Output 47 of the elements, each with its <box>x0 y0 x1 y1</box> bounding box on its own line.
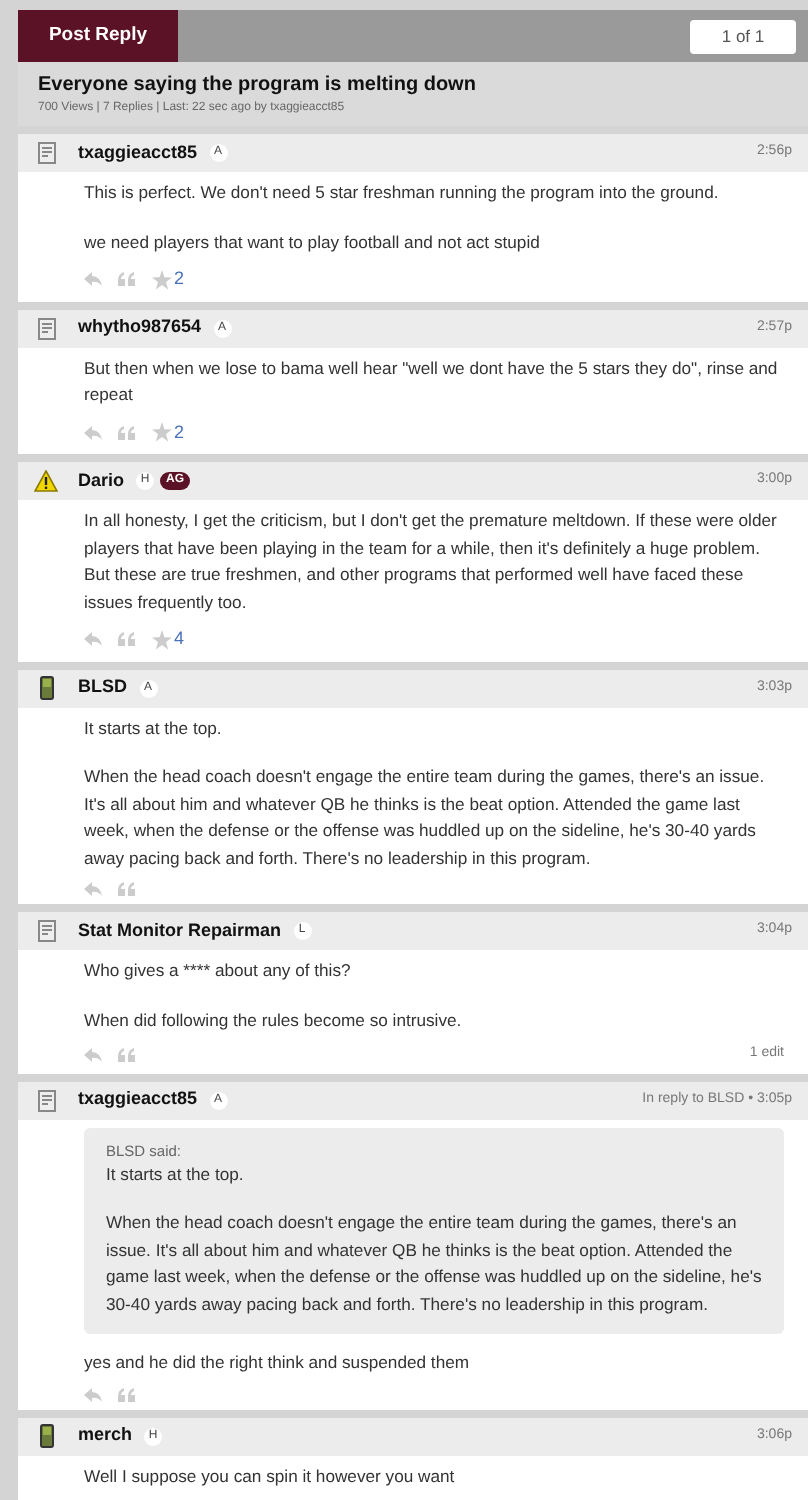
star-count[interactable]: 2 <box>174 266 185 293</box>
reply-icon[interactable] <box>84 425 102 440</box>
star-count[interactable]: 2 <box>174 419 185 446</box>
quote-icon[interactable] <box>118 272 136 287</box>
username-link[interactable]: txaggieacct85 <box>78 139 198 167</box>
star-icon[interactable] <box>152 269 172 290</box>
post-paragraph: When the head coach doesn't engage the entire team during the games, there's an issue. It's all about him and whatever QB he thinks is the beat option. Attended the game last week, when the defense or the offense was huddled up on the sideline, he's 30-40 yards away pacing back and forth. There's no leadership in this program. <box>84 764 767 872</box>
post-paragraph: yes and he did the right think and suspended them <box>84 1350 472 1376</box>
pagination-indicator[interactable]: 1 of 1 <box>690 19 796 53</box>
reply-icon[interactable] <box>84 1047 102 1062</box>
star-icon[interactable] <box>152 629 172 650</box>
quote-icon[interactable] <box>118 1387 136 1401</box>
username-link[interactable]: BLSD <box>78 674 127 702</box>
quote-icon[interactable] <box>118 632 136 647</box>
post-paragraph: When did following the rules become so intrusive. <box>84 1007 464 1034</box>
star-icon[interactable] <box>152 422 172 443</box>
post-paragraph: Who gives a **** about any of this? <box>84 958 353 984</box>
document-icon <box>37 1089 55 1111</box>
phone-icon <box>39 1424 53 1448</box>
username-link[interactable]: Dario <box>78 467 125 495</box>
post-reply-button[interactable]: Post Reply <box>18 10 178 62</box>
username-link[interactable]: merch <box>78 1422 133 1450</box>
username-link[interactable]: whytho987654 <box>78 314 202 342</box>
username-link[interactable]: Stat Monitor Repairman <box>78 917 282 945</box>
document-icon <box>37 920 55 942</box>
thread-title: Everyone saying the program is melting down <box>38 72 478 100</box>
reply-icon[interactable] <box>84 882 102 896</box>
reply-icon[interactable] <box>84 632 102 647</box>
username-link[interactable]: txaggieacct85 <box>78 1086 198 1114</box>
phone-icon <box>39 676 53 700</box>
warning-icon <box>34 470 58 492</box>
post-paragraph: Well I suppose you can spin it however you want <box>84 1463 457 1490</box>
quote-icon[interactable] <box>118 882 136 896</box>
quote-paragraph: It starts at the top. <box>106 1161 246 1188</box>
reply-icon[interactable] <box>84 272 102 287</box>
quote-paragraph: When the head coach doesn't engage the entire team during the games, there's an issue. It's all about him and whatever QB he thinks is the beat option. Attended the game last week, when the defense or the offense was huddled up on the sideline, he's 30-40 yards away pacing back and forth. There's no leadership in this program. <box>106 1210 762 1318</box>
quote-icon[interactable] <box>118 1047 136 1062</box>
document-icon <box>37 317 55 339</box>
quote-icon[interactable] <box>118 425 136 440</box>
post-paragraph: we need players that want to play football and not act stupid <box>84 229 542 256</box>
star-count[interactable]: 4 <box>174 626 185 653</box>
document-icon <box>37 142 55 164</box>
post-paragraph: But then when we lose to bama well hear "well we dont have the 5 stars they do", rinse and repeat <box>84 355 780 408</box>
post-paragraph: This is perfect. We don't need 5 star freshman running the program into the ground. <box>84 180 721 206</box>
post-paragraph: In all honesty, I get the criticism, but I don't get the premature meltdown. If these were older players that have been playing in the team for a while, then it's definitely a huge problem. But these are true freshmen, and other programs that performed well have faced these issues frequently too. <box>84 508 779 616</box>
post-paragraph: It starts at the top. <box>84 715 224 742</box>
reply-icon[interactable] <box>84 1387 102 1401</box>
